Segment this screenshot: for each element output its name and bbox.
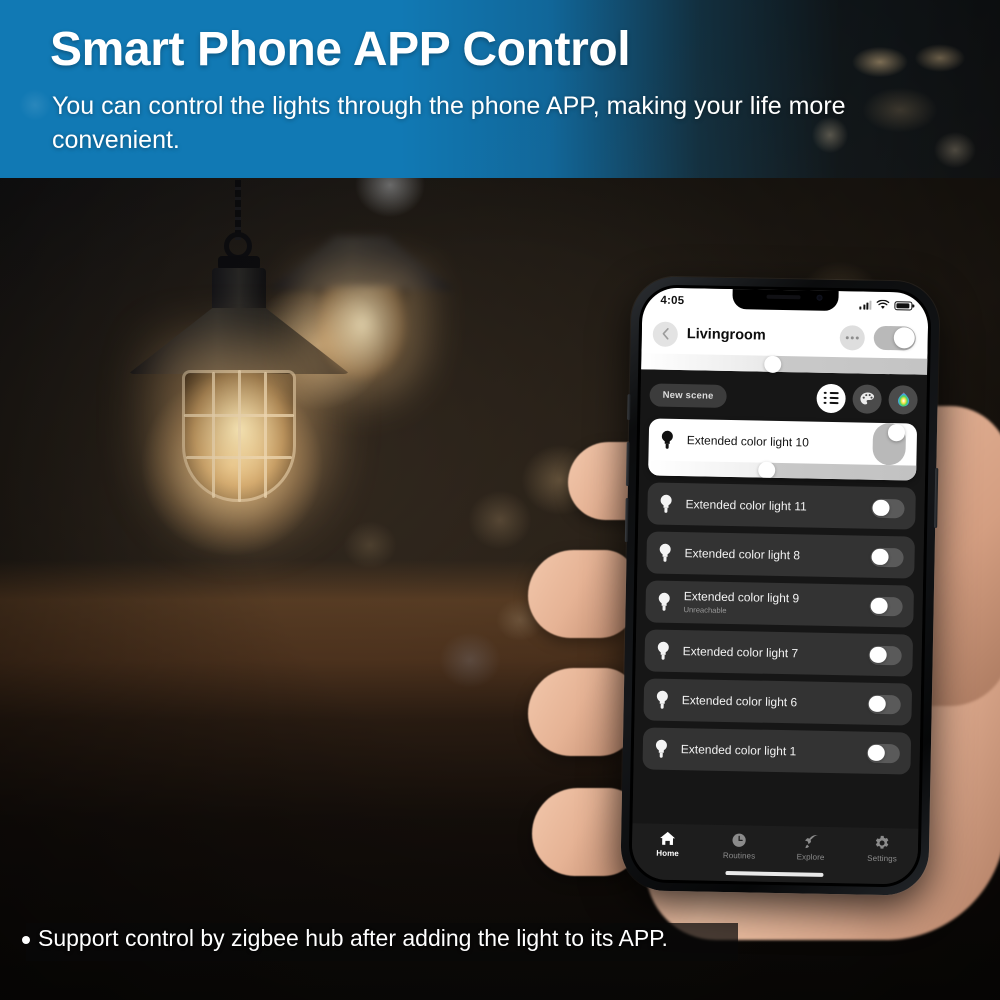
bulb-icon [657,641,670,660]
clock-icon [732,833,746,847]
slider-thumb[interactable] [757,461,776,479]
bulb-icon [659,494,672,513]
light-toggle[interactable] [869,596,903,616]
finger-ring [528,668,636,756]
palette-icon[interactable] [852,383,882,414]
front-camera [816,294,823,301]
light-name: Extended color light 1 [680,742,797,759]
status-time: 4:05 [660,294,685,308]
bulb-icon [656,690,669,709]
light-card-row: Extended color light 10 [648,418,917,466]
banner-subtitle: You can control the lights through the p… [52,92,846,154]
light-row[interactable]: Extended color light 7 [644,629,914,677]
finger-middle [528,550,636,638]
tab-label: Settings [867,853,897,864]
light-row[interactable]: Extended color light 1 [642,727,912,775]
caption-bullet-icon [22,936,30,944]
bulb-icon [661,430,674,449]
top-banner: Smart Phone APP Control You can control … [0,0,1000,178]
light-texts: Extended color light 6 [682,693,855,710]
light-toggle[interactable] [872,422,907,466]
rocket-icon [804,835,818,849]
silent-switch[interactable] [627,394,631,421]
room-master-toggle[interactable] [873,325,917,351]
color-picker-icon[interactable] [888,384,918,415]
tab-label: Home [656,848,679,859]
slider-thumb[interactable] [764,355,782,373]
light-row[interactable]: Extended color light 11 [647,482,916,530]
light-name: Extended color light 6 [681,693,798,710]
app-top-section: 4:05 Livingroom [641,287,929,375]
light-texts: Extended color light 9 Unreachable [683,590,856,618]
light-name: Extended color light 11 [685,497,807,514]
light-status: Unreachable [683,604,727,615]
smartphone-mockup: 4:05 Livingroom New scene Extended color… [620,276,940,896]
light-name: Extended color light 10 [686,433,809,450]
page-title: Livingroom [686,326,766,344]
bottom-tab-bar: Home Routines Explore Settings [631,823,919,885]
scene-action-buttons [816,383,918,415]
display-notch [732,287,839,312]
earpiece-speaker [766,294,801,300]
status-indicators [859,299,913,310]
tab-settings[interactable]: Settings [846,834,918,863]
toggle-knob [872,499,890,517]
room-header: Livingroom [641,313,928,358]
light-toggle[interactable] [866,743,900,763]
phone-bezel: 4:05 Livingroom New scene Extended color… [628,284,932,888]
light-row[interactable]: Extended color light 6 [643,678,913,726]
bulb-icon [658,543,671,562]
light-texts: Extended color light 7 [683,644,856,661]
light-name: Extended color light 8 [684,546,801,563]
light-row[interactable]: Extended color light 9 Unreachable [645,580,915,628]
tab-explore[interactable]: Explore [775,833,847,862]
bulb-icon [655,739,668,758]
list-view-icon[interactable] [816,383,846,413]
signal-bars-icon [859,300,872,310]
toggle-knob [888,424,905,442]
toggle-knob [868,695,886,713]
scene-toolbar: New scene [649,377,918,416]
light-toggle[interactable] [870,547,904,567]
toggle-knob [893,327,915,349]
home-indicator[interactable] [725,871,824,877]
promo-image-root: 4:05 Livingroom New scene Extended color… [0,0,1000,1000]
light-toggle[interactable] [871,498,905,518]
banner-title: Smart Phone APP Control [50,23,631,76]
light-texts: Extended color light 8 [684,546,857,563]
light-texts: Extended color light 11 [685,497,858,514]
wifi-icon [876,299,890,309]
light-row[interactable]: Extended color light 8 [646,531,915,579]
status-bar: 4:05 [642,287,928,318]
light-toggle[interactable] [867,694,901,714]
volume-up-button[interactable] [625,442,630,487]
volume-down-button[interactable] [624,498,629,543]
lights-list-section: New scene Extended color light 10 Extend… [632,369,928,829]
phone-screen: 4:05 Livingroom New scene Extended color… [631,287,929,885]
more-dots-icon[interactable] [839,324,866,351]
tab-label: Explore [796,852,825,862]
light-texts: Extended color light 1 [681,742,854,759]
toggle-knob [871,548,889,566]
tab-home[interactable]: Home [632,830,704,858]
toggle-knob [870,597,888,615]
light-card-active[interactable]: Extended color light 10 [648,418,918,481]
tab-routines[interactable]: Routines [703,832,775,861]
light-name: Extended color light 7 [682,644,799,661]
back-button[interactable] [652,321,679,347]
battery-icon [894,300,913,310]
tab-label: Routines [722,850,756,861]
gear-icon [876,835,889,849]
caption-text: Support control by zigbee hub after addi… [38,925,668,951]
light-toggle[interactable] [868,645,902,665]
toggle-knob [867,744,885,762]
new-scene-button[interactable]: New scene [649,382,727,408]
toggle-knob [869,646,887,664]
home-icon [660,831,676,845]
chevron-left-icon [662,327,669,340]
bulb-icon [658,592,671,611]
